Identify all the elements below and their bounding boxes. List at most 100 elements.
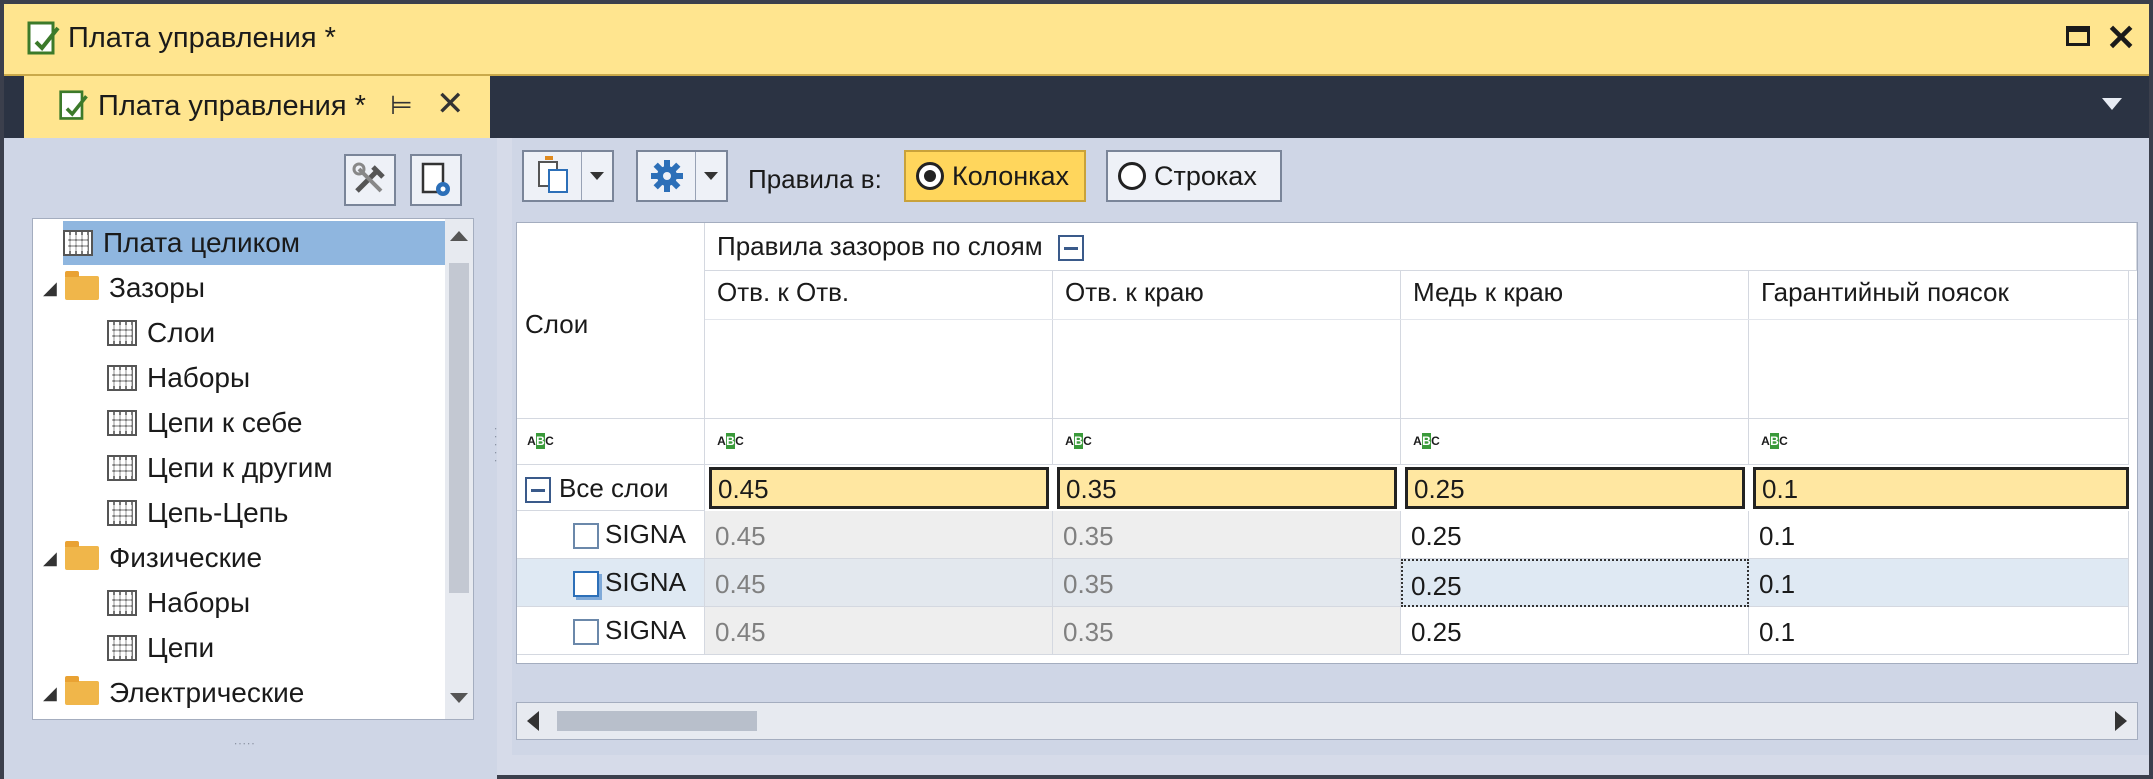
scroll-thumb[interactable] <box>557 711 757 731</box>
value-cell[interactable]: 0.25 <box>1401 511 1749 559</box>
tree-item-sets[interactable]: Наборы <box>107 356 250 400</box>
layer-checkbox[interactable] <box>573 523 599 550</box>
tab-label: Плата управления * <box>98 90 366 122</box>
scroll-right-icon[interactable] <box>2115 711 2127 731</box>
expand-icon[interactable]: ◢ <box>43 548 65 569</box>
value-cell[interactable]: 0.1 <box>1749 559 2129 607</box>
folder-icon <box>65 676 99 705</box>
tree-item-physical-nets[interactable]: Цепи <box>107 626 214 670</box>
value-cell[interactable]: 0.1 <box>1749 607 2129 655</box>
filter-cell[interactable]: ABC <box>705 419 1053 465</box>
value-cell[interactable]: 0.35 <box>1053 607 1401 655</box>
tree-item-whole-board[interactable]: Плата целиком <box>63 221 445 265</box>
title-bar: Плата управления * ✕ <box>4 4 2149 76</box>
document-settings-button[interactable] <box>410 154 462 206</box>
folder-icon <box>65 541 99 570</box>
paste-button[interactable] <box>524 152 583 200</box>
tree-item-physical-sets[interactable]: Наборы <box>107 581 250 625</box>
editor-toolbar: Правила в: Колонках Строках <box>512 138 2149 218</box>
splitter-gripper-icon[interactable]: ∙ ∙ ∙ ∙ ∙ <box>494 422 497 466</box>
tree-vertical-scrollbar[interactable] <box>445 219 473 719</box>
radio-selected-icon <box>916 162 944 190</box>
row-layer-header[interactable]: SIGNA <box>517 511 705 559</box>
abc-filter-icon: ABC <box>1065 433 1092 449</box>
document-gear-icon <box>421 162 450 196</box>
collapse-icon[interactable] <box>1057 235 1084 262</box>
filter-cell[interactable]: ABC <box>1749 419 2129 465</box>
focused-value-cell[interactable]: 0.25 <box>1401 559 1749 607</box>
tree-item-layers[interactable]: Слои <box>107 311 215 355</box>
grid-icon <box>107 500 137 526</box>
value-cell[interactable]: 0.45 <box>705 559 1053 607</box>
settings-dropdown-icon[interactable] <box>696 152 726 200</box>
grid-icon <box>107 320 137 346</box>
scroll-left-icon[interactable] <box>527 711 539 731</box>
scroll-up-icon[interactable] <box>450 231 468 241</box>
document-edit-icon <box>59 90 88 120</box>
document-edit-icon <box>27 21 60 55</box>
app-window: Плата управления * ✕ Плата управления * … <box>0 0 2153 779</box>
tools-button[interactable] <box>344 154 396 206</box>
value-cell[interactable]: 0.45 <box>705 511 1053 559</box>
value-cell[interactable]: 0.25 <box>1405 467 1745 509</box>
rules-in-label: Правила в: <box>748 164 882 194</box>
paste-split-button[interactable] <box>522 150 614 202</box>
abc-filter-icon: ABC <box>527 433 554 449</box>
tree-item-clearances[interactable]: ◢ Зазоры <box>43 266 205 310</box>
tree-item-electrical[interactable]: ◢ Электрические <box>43 671 304 715</box>
maximize-button[interactable] <box>2066 26 2090 46</box>
value-cell[interactable]: 0.35 <box>1057 467 1397 509</box>
document-tab-strip: Плата управления * ⊨ ✕ <box>4 76 2149 138</box>
tab-close-button[interactable]: ✕ <box>436 84 465 124</box>
row-layer-header[interactable]: SIGNA <box>517 607 705 655</box>
column-header-hole-edge[interactable]: Отв. к краю <box>1053 271 1401 419</box>
value-cell[interactable]: 0.1 <box>1749 511 2129 559</box>
tree-item-nets-self[interactable]: Цепи к себе <box>107 401 302 445</box>
radio-columns[interactable]: Колонках <box>904 150 1086 202</box>
tab-list-dropdown-icon[interactable] <box>2102 98 2122 110</box>
value-cell[interactable]: 0.45 <box>705 607 1053 655</box>
window-close-button[interactable]: ✕ <box>2106 16 2136 60</box>
scroll-thumb[interactable] <box>449 263 469 593</box>
row-all-layers-header[interactable]: Все слои <box>517 465 705 511</box>
tree-item-physical[interactable]: ◢ Физические <box>43 536 262 580</box>
grid-horizontal-scrollbar[interactable] <box>516 702 2138 740</box>
value-cell[interactable]: 0.25 <box>1401 607 1749 655</box>
scroll-down-icon[interactable] <box>450 693 468 703</box>
column-header-copper-edge[interactable]: Медь к краю <box>1401 271 1749 419</box>
row-layer-header[interactable]: SIGNA <box>517 559 705 607</box>
layers-column-header[interactable]: Слои <box>517 223 705 419</box>
paste-dropdown-icon[interactable] <box>582 152 612 200</box>
layer-checkbox[interactable] <box>573 619 599 646</box>
grid-icon <box>107 365 137 391</box>
expand-icon[interactable]: ◢ <box>43 278 65 299</box>
tree-item-net-net[interactable]: Цепь-Цепь <box>107 491 288 535</box>
layer-stack-icon[interactable] <box>573 571 599 598</box>
settings-split-button[interactable] <box>636 150 728 202</box>
value-cell[interactable]: 0.35 <box>1053 511 1401 559</box>
filter-cell[interactable]: ABC <box>1401 419 1749 465</box>
value-cell[interactable]: 0.45 <box>709 467 1049 509</box>
group-header: Правила зазоров по слоям <box>705 223 2137 271</box>
collapse-icon[interactable] <box>525 477 551 504</box>
expand-icon[interactable]: ◢ <box>43 683 65 704</box>
grid-icon <box>107 590 137 616</box>
filter-cell[interactable]: ABC <box>517 419 705 465</box>
wrench-hammer-icon <box>352 162 385 193</box>
radio-rows[interactable]: Строках <box>1106 150 1282 202</box>
value-cell[interactable]: 0.35 <box>1053 559 1401 607</box>
tree-toolbar <box>4 138 497 218</box>
rules-tree-panel: Плата целиком ◢ Зазоры Слои Наборы Цепи … <box>4 138 497 779</box>
tree-item-nets-others[interactable]: Цепи к другим <box>107 446 333 490</box>
column-header-annular-ring[interactable]: Гарантийный поясок <box>1749 271 2129 419</box>
gear-icon <box>650 160 683 192</box>
resize-gripper-icon[interactable]: ∙∙∙∙∙ <box>234 736 256 750</box>
filter-cell[interactable]: ABC <box>1053 419 1401 465</box>
settings-button[interactable] <box>638 152 697 200</box>
value-cell[interactable]: 0.1 <box>1753 467 2129 509</box>
pin-icon[interactable]: ⊨ <box>390 90 413 121</box>
rules-editor-panel: Правила в: Колонках Строках Слои Правила… <box>512 138 2149 755</box>
grid-icon <box>107 455 137 481</box>
tab-board-control[interactable]: Плата управления * ⊨ ✕ <box>24 76 490 138</box>
column-header-hole-hole[interactable]: Отв. к Отв. <box>705 271 1053 419</box>
